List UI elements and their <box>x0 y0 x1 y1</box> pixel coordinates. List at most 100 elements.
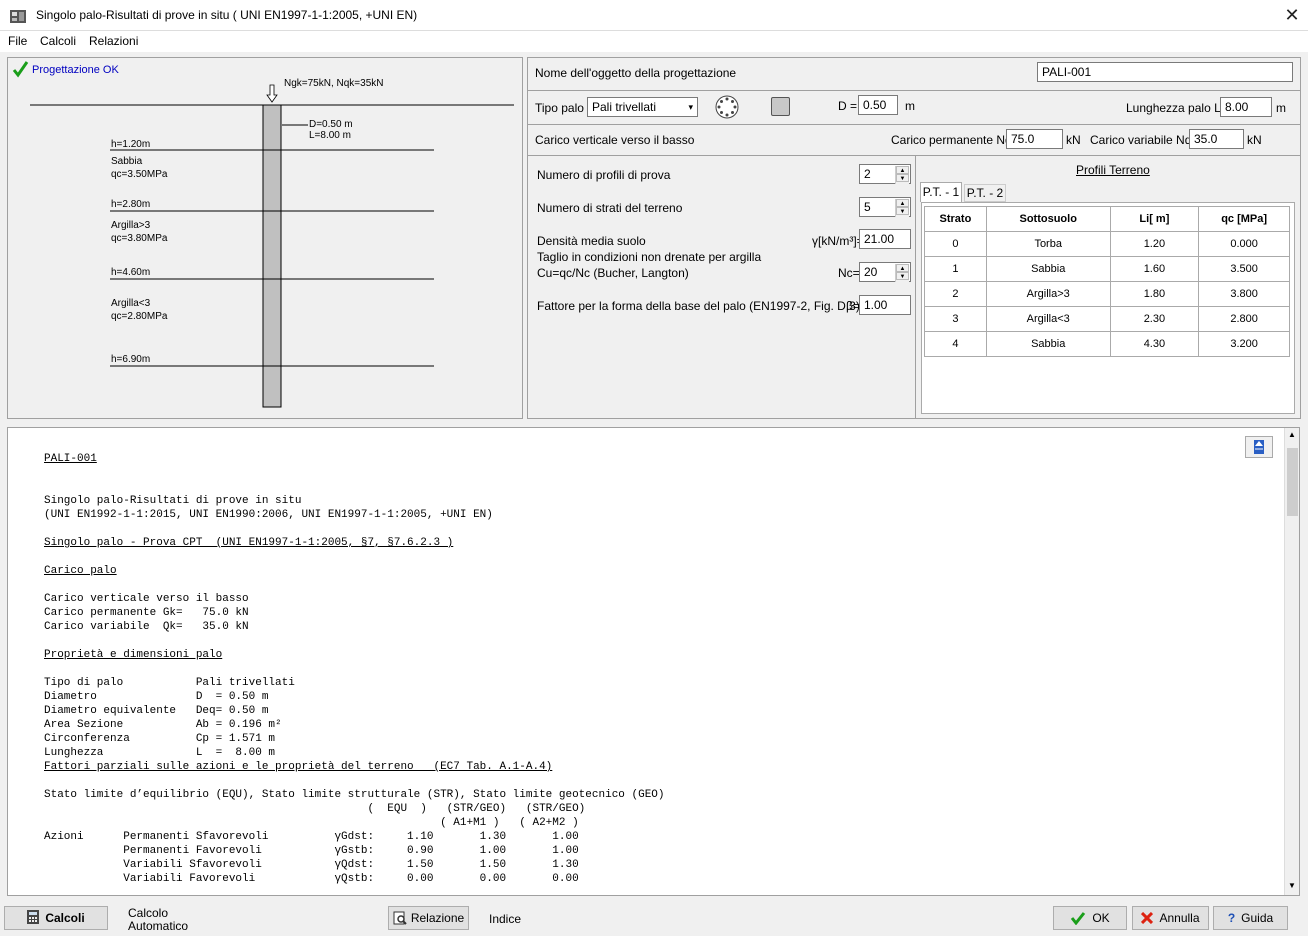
density-unit: γ[kN/m³]= <box>812 234 864 248</box>
table-row[interactable]: 2 Argilla>3 1.80 3.800 <box>924 281 1290 307</box>
nc-stepper[interactable]: 20 ▲ ▼ <box>859 262 911 282</box>
calculator-icon <box>27 910 40 924</box>
report-line: Proprietà e dimensioni palo <box>44 649 223 661</box>
length-unit: m <box>1276 101 1286 115</box>
scroll-up-icon[interactable]: ▲ <box>1288 430 1296 439</box>
cell[interactable]: Sabbia <box>985 331 1111 357</box>
check-icon <box>12 61 29 78</box>
menu-relazioni[interactable]: Relazioni <box>89 34 138 48</box>
ok-button[interactable]: OK <box>1053 906 1127 930</box>
profiles-count-value: 2 <box>864 167 871 181</box>
shape-factor-label: Fattore per la forma della base del palo… <box>537 299 860 313</box>
pile-type-select[interactable]: Pali trivellati ▾ <box>587 97 698 117</box>
cell[interactable]: 1 <box>924 256 987 282</box>
menu-file[interactable]: File <box>8 34 27 48</box>
cell[interactable]: 4.30 <box>1109 331 1200 357</box>
spin-arrows-icon[interactable]: ▲ ▼ <box>895 264 909 282</box>
vertical-load-label: Carico verticale verso il basso <box>535 133 695 147</box>
cell[interactable]: 1.60 <box>1109 256 1200 282</box>
layer-qc: qc=3.80MPa <box>111 233 168 244</box>
table-row[interactable]: 4 Sabbia 4.30 3.200 <box>924 331 1290 357</box>
table-row[interactable]: 0 Torba 1.20 0.000 <box>924 231 1290 257</box>
perm-load-input[interactable]: 75.0 <box>1006 129 1063 149</box>
cell[interactable]: 3.500 <box>1198 256 1290 282</box>
report-scrollbar[interactable]: ▲ ▼ <box>1284 428 1299 895</box>
indice-link[interactable]: Indice <box>489 912 521 926</box>
object-name-input[interactable]: PALI-001 <box>1037 62 1293 82</box>
cell[interactable]: Torba <box>985 231 1111 257</box>
layer-name: Argilla>3 <box>111 220 151 231</box>
cell[interactable]: Sabbia <box>985 256 1111 282</box>
cell[interactable]: 0 <box>924 231 987 257</box>
diameter-label: D=0.50 m <box>309 119 353 130</box>
tab-profile-1[interactable]: P.T. - 1 <box>920 182 962 202</box>
window-title: Singolo palo-Risultati di prove in situ … <box>36 8 418 22</box>
relazione-label: Relazione <box>410 911 465 925</box>
report-view[interactable]: PALI-001 Singolo palo-Risultati di prove… <box>7 427 1300 896</box>
square-section-icon[interactable] <box>771 97 790 116</box>
object-name-label: Nome dell'oggetto della progettazione <box>535 66 737 80</box>
menu-calcoli[interactable]: Calcoli <box>40 34 76 48</box>
d-unit: m <box>905 99 915 113</box>
calcoli-label: Calcoli <box>45 911 85 925</box>
strata-count-label: Numero di strati del terreno <box>537 201 683 215</box>
perm-load-label: Carico permanente Ng,k <box>891 133 1022 147</box>
cell[interactable]: 2.800 <box>1198 306 1290 332</box>
spin-arrows-icon[interactable]: ▲ ▼ <box>895 166 909 184</box>
report-line: Carico palo <box>44 565 117 577</box>
annulla-button[interactable]: Annulla <box>1132 906 1209 930</box>
length-input[interactable]: 8.00 <box>1220 97 1272 117</box>
tab-profile-2[interactable]: P.T. - 2 <box>964 184 1006 202</box>
beta-input[interactable]: 1.00 <box>859 295 911 315</box>
strata-count-stepper[interactable]: 5 ▲ ▼ <box>859 197 911 217</box>
table-row[interactable]: 1 Sabbia 1.60 3.500 <box>924 256 1290 282</box>
strata-count-value: 5 <box>864 200 871 214</box>
cell[interactable]: 2.30 <box>1109 306 1200 332</box>
table-row[interactable]: 3 Argilla<3 2.30 2.800 <box>924 306 1290 332</box>
density-input[interactable]: 21.00 <box>859 229 911 249</box>
cell[interactable]: 0.000 <box>1198 231 1290 257</box>
close-icon[interactable]: ✕ <box>1278 2 1306 28</box>
relazione-button[interactable]: Relazione <box>388 906 469 930</box>
layer-qc: qc=3.50MPa <box>111 169 168 180</box>
calcoli-button[interactable]: Calcoli <box>4 906 108 930</box>
cell[interactable]: Argilla<3 <box>985 306 1111 332</box>
cu-label: Cu=qc/Nc (Bucher, Langton) <box>537 266 689 280</box>
cell[interactable]: 4 <box>924 331 987 357</box>
chevron-down-icon: ▾ <box>688 102 693 112</box>
undrained-label: Taglio in condizioni non drenate per arg… <box>537 250 762 264</box>
report-search-icon <box>393 911 407 925</box>
d-input[interactable]: 0.50 <box>858 95 898 115</box>
cell[interactable]: 3.800 <box>1198 281 1290 307</box>
var-load-input[interactable]: 35.0 <box>1189 129 1244 149</box>
auto-calc-label-2[interactable]: Automatico <box>128 919 188 933</box>
length-label: L=8.00 m <box>309 130 351 141</box>
layer-name: Sabbia <box>111 156 143 167</box>
layer-depth: h=2.80m <box>111 199 151 210</box>
cell[interactable]: 1.80 <box>1109 281 1200 307</box>
scroll-thumb[interactable] <box>1287 448 1298 516</box>
cell[interactable]: Argilla>3 <box>985 281 1111 307</box>
scroll-top-button[interactable] <box>1245 436 1273 458</box>
scroll-down-icon[interactable]: ▼ <box>1288 881 1296 890</box>
cell[interactable]: 2 <box>924 281 987 307</box>
col-header: Li[ m] <box>1109 206 1200 232</box>
length-label: Lunghezza palo L= <box>1126 101 1228 115</box>
nc-value: 20 <box>864 265 878 279</box>
report-line: (UNI EN1992-1-1:2015, UNI EN1990:2006, U… <box>44 509 493 521</box>
circular-section-icon[interactable] <box>715 95 739 119</box>
report-line: Tipo di palo Pali trivellati Diametro D … <box>44 677 295 759</box>
auto-calc-label-1[interactable]: Calcolo <box>128 906 168 920</box>
col-header: qc [MPa] <box>1198 206 1290 232</box>
pile-drawing-panel: Progettazione OK Ngk=75kN, Nqk=35kN D=0.… <box>7 57 523 419</box>
input-panel: Nome dell'oggetto della progettazione PA… <box>527 57 1301 419</box>
cell[interactable]: 3 <box>924 306 987 332</box>
spin-arrows-icon[interactable]: ▲ ▼ <box>895 199 909 217</box>
profiles-count-stepper[interactable]: 2 ▲ ▼ <box>859 164 911 184</box>
report-line: Singolo palo - Prova CPT (UNI EN1997-1-1… <box>44 537 454 549</box>
cancel-icon <box>1141 911 1154 925</box>
cell[interactable]: 1.20 <box>1109 231 1200 257</box>
guida-button[interactable]: ? Guida <box>1213 906 1288 930</box>
menu-bar: File Calcoli Relazioni <box>0 31 1308 52</box>
cell[interactable]: 3.200 <box>1198 331 1290 357</box>
